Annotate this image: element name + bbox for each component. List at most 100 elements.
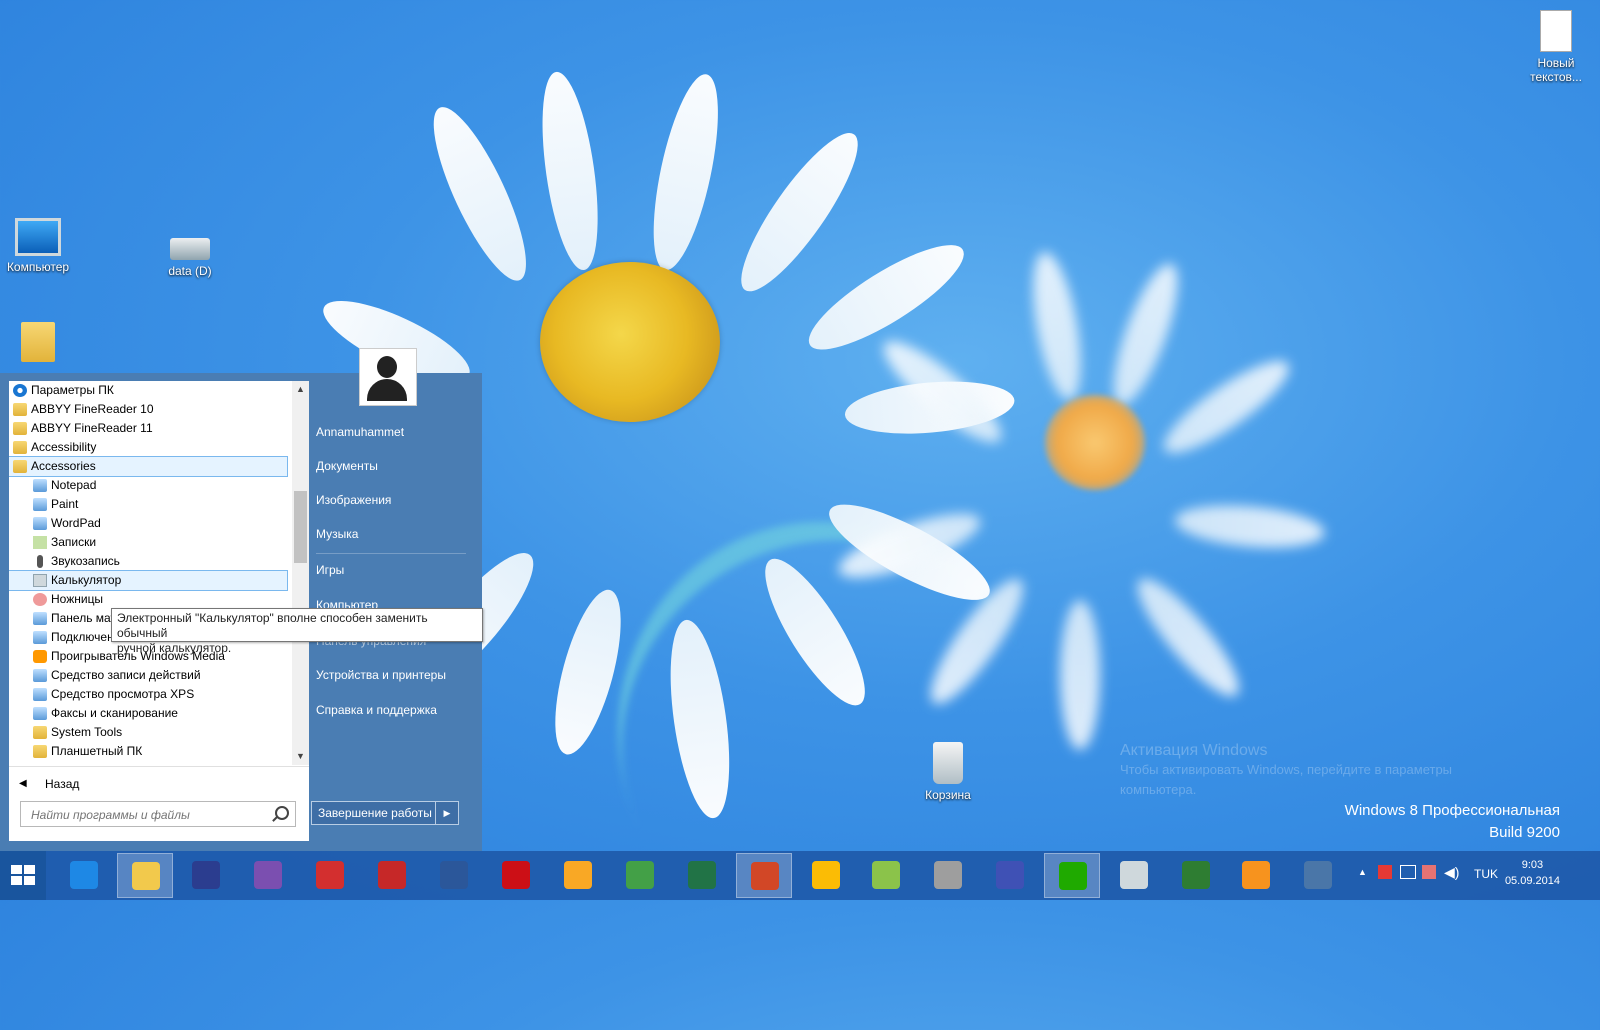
opera-icon	[502, 861, 530, 889]
edition-build: Build 9200	[1489, 824, 1560, 841]
taskbar-app-button[interactable]	[364, 853, 420, 898]
scroll-down-icon[interactable]: ▼	[292, 748, 309, 765]
app-yellow-icon	[564, 861, 592, 889]
program-item[interactable]: WordPad	[9, 514, 309, 533]
taskbar-app-button[interactable]	[1228, 853, 1284, 898]
tray-flag-icon[interactable]	[1378, 865, 1392, 879]
taskbar-app-button[interactable]	[488, 853, 544, 898]
desktop-icon-data-drive[interactable]: data (D)	[150, 232, 230, 278]
link-devices-printers[interactable]: Устройства и принтеры	[316, 668, 446, 682]
program-item[interactable]: Записки	[9, 533, 309, 552]
shutdown-options-arrow-icon[interactable]: ▶	[435, 802, 458, 824]
tray-volume-icon[interactable]: ◀)	[1444, 864, 1459, 881]
program-item[interactable]: Планшетный ПК	[9, 742, 309, 761]
taskbar-app-button[interactable]	[56, 853, 112, 898]
program-item[interactable]: Paint	[9, 495, 309, 514]
scroll-up-icon[interactable]: ▲	[292, 381, 309, 398]
program-item[interactable]: Средство записи действий	[9, 666, 309, 685]
font-a-icon	[1182, 861, 1210, 889]
desktop-icon-recycle-bin[interactable]: Корзина	[908, 742, 988, 802]
folder-icon	[13, 441, 27, 454]
link-user[interactable]: Annamuhammet	[316, 425, 404, 439]
taskbar-app-button[interactable]	[302, 853, 358, 898]
hard-drive-icon	[170, 238, 210, 260]
program-item[interactable]: Ножницы	[9, 590, 309, 609]
program-item[interactable]: Notepad	[9, 476, 309, 495]
program-item[interactable]: ABBYY FineReader 10	[9, 400, 309, 419]
taskbar-app-button[interactable]	[550, 853, 606, 898]
taskbar-app-button[interactable]	[1106, 853, 1162, 898]
back-label: Назад	[45, 777, 80, 791]
program-label: Accessories	[31, 459, 96, 473]
taskbar-app-button[interactable]	[858, 853, 914, 898]
program-item[interactable]: Accessibility	[9, 438, 309, 457]
map-pin-icon	[626, 861, 654, 889]
taskbar-app-button[interactable]	[117, 853, 173, 898]
taskbar-app-button[interactable]	[1290, 853, 1346, 898]
tray-network-icon[interactable]	[1400, 865, 1416, 879]
link-documents[interactable]: Документы	[316, 459, 378, 473]
link-games[interactable]: Игры	[316, 563, 344, 577]
program-item[interactable]: Факсы и сканирование	[9, 704, 309, 723]
app-green-icon	[872, 861, 900, 889]
user-head-icon	[377, 356, 397, 378]
program-item[interactable]: ABBYY FineReader 11	[9, 419, 309, 438]
taskbar-app-button[interactable]	[178, 853, 234, 898]
desktop-icon-new-text-file[interactable]: Новый текстов...	[1516, 10, 1596, 84]
taskbar-app-button[interactable]	[920, 853, 976, 898]
desktop-icon-user-folder[interactable]	[0, 322, 78, 366]
search-input[interactable]	[29, 803, 263, 827]
calculator-tooltip: Электронный "Калькулятор" вполне способе…	[111, 608, 483, 655]
calculator-icon	[1120, 861, 1148, 889]
activation-title: Активация Windows	[1120, 742, 1268, 759]
app-red-icon	[316, 861, 344, 889]
paint-icon	[33, 498, 47, 511]
taskbar-app-button[interactable]	[674, 853, 730, 898]
program-item[interactable]: Звукозапись	[9, 552, 309, 571]
recycle-bin-icon	[933, 742, 963, 784]
taskbar-app-button[interactable]	[1044, 853, 1100, 898]
program-item[interactable]: Параметры ПК	[9, 381, 309, 400]
scroll-thumb[interactable]	[294, 491, 307, 563]
program-item-accessories[interactable]: Accessories	[9, 456, 288, 477]
back-button[interactable]: ◀ Назад	[9, 766, 309, 800]
program-item-calculator[interactable]: Калькулятор	[9, 570, 288, 591]
taskbar-app-button[interactable]	[736, 853, 792, 898]
taskbar-app-button[interactable]	[426, 853, 482, 898]
link-help-support[interactable]: Справка и поддержка	[316, 703, 437, 717]
mail-agent-icon	[1059, 862, 1087, 890]
media-player-icon	[33, 650, 47, 663]
taskbar: ▲ ◀) TUK 9:03 05.09.2014	[0, 851, 1600, 900]
fax-icon	[33, 707, 47, 720]
xps-viewer-icon	[33, 688, 47, 701]
search-icon[interactable]	[275, 806, 289, 820]
excel-icon	[688, 861, 716, 889]
search-box[interactable]	[20, 801, 296, 827]
language-indicator[interactable]: TUK	[1474, 867, 1498, 881]
tray-overflow-icon[interactable]: ▲	[1358, 867, 1367, 877]
link-pictures[interactable]: Изображения	[316, 493, 391, 507]
start-button[interactable]	[0, 851, 46, 900]
desktop-icon-computer[interactable]: Компьютер	[0, 218, 78, 274]
tray-security-icon[interactable]	[1422, 865, 1436, 879]
edition-name: Windows 8 Профессиональная	[1344, 802, 1560, 819]
program-label: Параметры ПК	[31, 383, 114, 397]
shutdown-button[interactable]: Завершение работы ▶	[311, 801, 459, 825]
taskbar-app-button[interactable]	[1168, 853, 1224, 898]
taskbar-app-button[interactable]	[240, 853, 296, 898]
program-label: WordPad	[51, 516, 101, 530]
taskbar-app-button[interactable]	[982, 853, 1038, 898]
taskbar-app-button[interactable]	[798, 853, 854, 898]
link-music[interactable]: Музыка	[316, 527, 358, 541]
wordpad-icon	[33, 517, 47, 530]
program-label: Accessibility	[31, 440, 97, 454]
program-item[interactable]: System Tools	[9, 723, 309, 742]
clock-date: 05.09.2014	[1504, 875, 1560, 887]
folder-icon	[13, 403, 27, 416]
taskbar-app-button[interactable]	[612, 853, 668, 898]
program-list-scrollbar[interactable]: ▲ ▼	[292, 381, 309, 765]
user-avatar[interactable]	[359, 348, 417, 406]
program-item[interactable]: Средство просмотра XPS	[9, 685, 309, 704]
math-panel-icon	[33, 612, 47, 625]
clock[interactable]: 9:03 05.09.2014	[1505, 857, 1560, 889]
